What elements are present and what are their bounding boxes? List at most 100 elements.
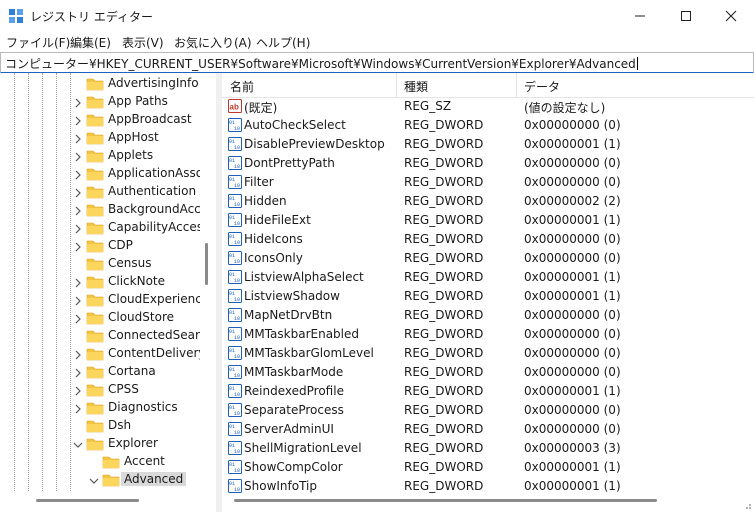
tree-node[interactable]: Dsh (0, 417, 200, 435)
chevron-down-icon[interactable] (89, 475, 99, 489)
tree-node[interactable]: AppHost (0, 129, 200, 147)
tree-node[interactable]: BackgroundAcce (0, 201, 200, 219)
chevron-right-icon[interactable] (73, 385, 83, 399)
value-row[interactable]: 01 10 ServerAdminUI REG_DWORD 0x00000000 (0) (222, 420, 742, 439)
value-name: (既定) (244, 101, 278, 115)
key-tree-pane[interactable]: AdvertisingInfo App Paths AppBroadcast AppH… (0, 73, 216, 512)
chevron-right-icon[interactable] (73, 169, 83, 183)
folder-icon (86, 347, 104, 361)
size-grip-icon[interactable] (742, 500, 752, 510)
menu-help[interactable]: ヘルプ(H) (256, 34, 310, 51)
tree-node-label: ClickNote (108, 274, 165, 288)
chevron-right-icon[interactable] (73, 349, 83, 363)
value-data: 0x00000000 (0) (524, 365, 621, 379)
value-row[interactable]: 01 10 ListviewAlphaSelect REG_DWORD 0x000000… (222, 268, 742, 287)
value-row[interactable]: 01 10 HideIcons REG_DWORD 0x00000000 (0) (222, 230, 742, 249)
chevron-right-icon[interactable] (73, 277, 83, 291)
svg-text:10: 10 (234, 126, 240, 132)
tree-node[interactable]: Explorer (0, 435, 200, 453)
value-type: REG_DWORD (404, 232, 484, 246)
chevron-right-icon[interactable] (73, 151, 83, 165)
value-row[interactable]: ab (既定) REG_SZ (値の設定なし) (222, 97, 742, 116)
tree-node[interactable]: Applets (0, 147, 200, 165)
value-row[interactable]: 01 10 MMTaskbarGlomLevel REG_DWORD 0x0000000… (222, 344, 742, 363)
tree-node[interactable]: Census (0, 255, 200, 273)
chevron-right-icon[interactable] (73, 295, 83, 309)
close-button[interactable] (708, 0, 754, 32)
tree-node-label: CPSS (108, 382, 139, 396)
value-row[interactable]: 01 10 AutoCheckSelect REG_DWORD 0x00000000 (… (222, 116, 742, 135)
dword-value-icon: 01 10 (228, 270, 242, 284)
chevron-right-icon[interactable] (73, 367, 83, 381)
value-row[interactable]: 01 10 ShowCompColor REG_DWORD 0x00000001 (1) (222, 458, 742, 477)
menu-view[interactable]: 表示(V) (122, 34, 164, 51)
tree-node[interactable]: App Paths (0, 93, 200, 111)
list-vertical-scrollbar[interactable] (742, 73, 754, 491)
key-tree[interactable]: AdvertisingInfo App Paths AppBroadcast AppH… (0, 73, 200, 491)
tree-node[interactable]: CPSS (0, 381, 200, 399)
value-row[interactable]: 01 10 ShellMigrationLevel REG_DWORD 0x000000… (222, 439, 742, 458)
folder-icon (86, 131, 104, 145)
value-row[interactable]: 01 10 MMTaskbarMode REG_DWORD 0x00000000 (0) (222, 363, 742, 382)
tree-node[interactable]: Authentication (0, 183, 200, 201)
chevron-right-icon[interactable] (73, 97, 83, 111)
chevron-right-icon[interactable] (73, 133, 83, 147)
value-row[interactable]: 01 10 SeparateProcess REG_DWORD 0x00000000 (… (222, 401, 742, 420)
tree-node-label: ContentDeliveryN (108, 346, 200, 360)
menu-file[interactable]: ファイル(F) (6, 34, 70, 51)
chevron-right-icon[interactable] (73, 223, 83, 237)
tree-scroll-thumb[interactable] (205, 243, 208, 285)
column-divider[interactable] (516, 73, 517, 97)
tree-hscroll-thumb[interactable] (36, 499, 139, 502)
menu-bar: ファイル(F) 編集(E) 表示(V) お気に入り(A) ヘルプ(H) (0, 32, 754, 52)
value-row[interactable]: 01 10 ListviewShadow REG_DWORD 0x00000001 (1… (222, 287, 742, 306)
maximize-button[interactable] (663, 0, 709, 32)
value-row[interactable]: 01 10 MMTaskbarEnabled REG_DWORD 0x00000000 … (222, 325, 742, 344)
column-header-data[interactable]: データ (524, 78, 560, 95)
value-row[interactable]: 01 10 IconsOnly REG_DWORD 0x00000000 (0) (222, 249, 742, 268)
value-row[interactable]: 01 10 ReindexedProfile REG_DWORD 0x00000001 … (222, 382, 742, 401)
tree-horizontal-scrollbar[interactable] (0, 491, 216, 512)
tree-node[interactable]: ClickNote (0, 273, 200, 291)
tree-node[interactable]: ApplicationAssoc (0, 165, 200, 183)
column-header-type[interactable]: 種類 (404, 78, 428, 95)
menu-favorites[interactable]: お気に入り(A) (174, 34, 252, 51)
tree-node[interactable]: Accent (0, 453, 200, 471)
tree-node[interactable]: CDP (0, 237, 200, 255)
tree-node[interactable]: ContentDeliveryN (0, 345, 200, 363)
column-header-name[interactable]: 名前 (230, 78, 254, 95)
value-row[interactable]: 01 10 DisablePreviewDesktop REG_DWORD 0x0000… (222, 135, 742, 154)
chevron-right-icon[interactable] (73, 403, 83, 417)
tree-node[interactable]: ConnectedSearch (0, 327, 200, 345)
tree-node[interactable]: AdvertisingInfo (0, 75, 200, 93)
value-row[interactable]: 01 10 MapNetDrvBtn REG_DWORD 0x00000000 (0) (222, 306, 742, 325)
tree-node[interactable]: Advanced (0, 471, 200, 489)
tree-node[interactable]: Cortana (0, 363, 200, 381)
value-row[interactable]: 01 10 Filter REG_DWORD 0x00000000 (0) (222, 173, 742, 192)
tree-vertical-scrollbar[interactable] (200, 73, 214, 491)
value-row[interactable]: 01 10 HideFileExt REG_DWORD 0x00000001 (1) (222, 211, 742, 230)
value-row[interactable]: 01 10 DontPrettyPath REG_DWORD 0x00000000 (0… (222, 154, 742, 173)
tree-node[interactable]: AppBroadcast (0, 111, 200, 129)
minimize-button[interactable] (617, 0, 663, 32)
tree-node[interactable]: CapabilityAccessI (0, 219, 200, 237)
address-path[interactable]: コンピューター¥HKEY_CURRENT_USER¥Software¥Micro… (5, 55, 638, 72)
value-row[interactable]: 01 10 Hidden REG_DWORD 0x00000002 (2) (222, 192, 742, 211)
chevron-right-icon[interactable] (73, 187, 83, 201)
list-hscroll-thumb[interactable] (234, 499, 657, 502)
chevron-right-icon[interactable] (73, 205, 83, 219)
tree-node[interactable]: Diagnostics (0, 399, 200, 417)
tree-node-label: CloudExperienceI (108, 292, 200, 306)
column-divider[interactable] (396, 73, 397, 97)
tree-node[interactable]: CloudExperienceI (0, 291, 200, 309)
list-horizontal-scrollbar[interactable] (222, 491, 754, 512)
chevron-right-icon[interactable] (73, 313, 83, 327)
chevron-down-icon[interactable] (73, 439, 83, 453)
chevron-right-icon[interactable] (73, 241, 83, 255)
address-bar[interactable]: コンピューター¥HKEY_CURRENT_USER¥Software¥Micro… (0, 52, 754, 74)
values-list-pane[interactable]: 名前 種類 データ ab (既定) REG_SZ (値の設定なし) 01 10 AutoCh… (222, 73, 754, 512)
chevron-right-icon[interactable] (73, 115, 83, 129)
menu-edit[interactable]: 編集(E) (70, 34, 111, 51)
value-type: REG_DWORD (404, 118, 484, 132)
tree-node[interactable]: CloudStore (0, 309, 200, 327)
